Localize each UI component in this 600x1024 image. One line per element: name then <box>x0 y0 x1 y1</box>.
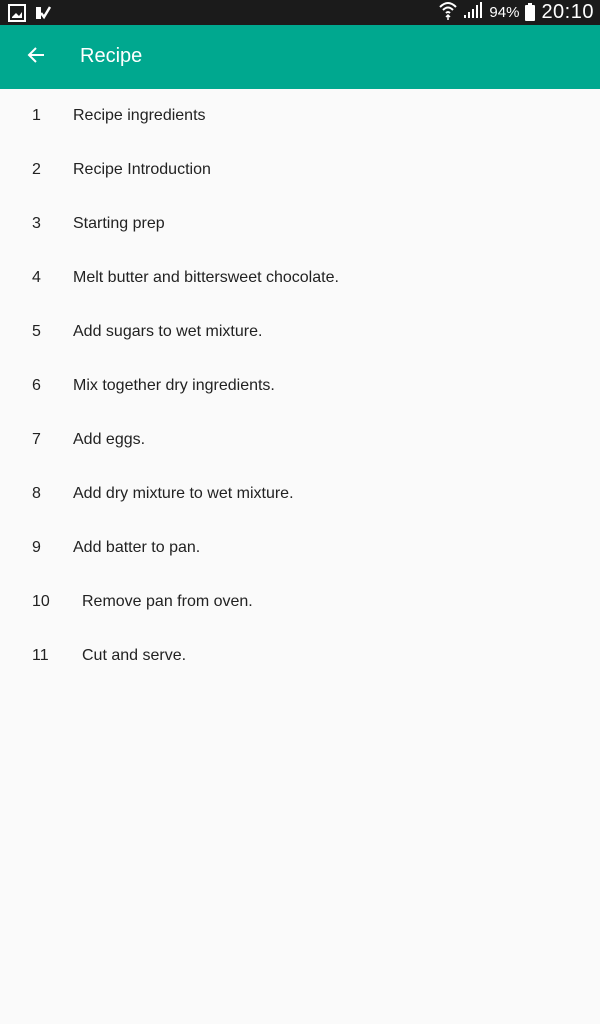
step-number: 5 <box>32 323 41 340</box>
step-number: 1 <box>32 107 41 124</box>
list-item[interactable]: 4 Melt butter and bittersweet chocolate. <box>0 251 600 305</box>
list-item[interactable]: 1 Recipe ingredients <box>0 89 600 143</box>
list-item[interactable]: 11 Cut and serve. <box>0 629 600 683</box>
step-label: Add dry mixture to wet mixture. <box>73 485 294 502</box>
step-number: 10 <box>32 593 50 610</box>
clock: 20:10 <box>541 1 594 23</box>
battery-percentage: 94% <box>489 4 520 21</box>
check-notification-icon <box>34 4 52 27</box>
step-number: 4 <box>32 269 41 286</box>
step-label: Melt butter and bittersweet chocolate. <box>73 269 339 286</box>
step-number: 8 <box>32 485 41 502</box>
step-number: 11 <box>32 647 49 664</box>
signal-icon <box>463 1 483 24</box>
recipe-step-list: 1 Recipe ingredients 2 Recipe Introducti… <box>0 89 600 683</box>
status-bar: 94% 20:10 <box>0 0 600 25</box>
battery-icon <box>525 2 536 21</box>
list-item[interactable]: 8 Add dry mixture to wet mixture. <box>0 467 600 521</box>
step-label: Add sugars to wet mixture. <box>73 323 263 340</box>
step-label: Add batter to pan. <box>73 539 201 556</box>
app-bar: Recipe <box>0 25 600 89</box>
list-item[interactable]: 9 Add batter to pan. <box>0 521 600 575</box>
step-number: 6 <box>32 377 41 394</box>
step-label: Recipe ingredients <box>73 107 206 124</box>
list-item[interactable]: 2 Recipe Introduction <box>0 143 600 197</box>
step-number: 3 <box>32 215 41 232</box>
arrow-back-icon <box>26 45 46 70</box>
list-item[interactable]: 6 Mix together dry ingredients. <box>0 359 600 413</box>
step-label: Recipe Introduction <box>73 161 211 178</box>
step-label: Mix together dry ingredients. <box>73 377 275 394</box>
step-label: Remove pan from oven. <box>82 593 253 610</box>
step-number: 9 <box>32 539 41 556</box>
list-item[interactable]: 3 Starting prep <box>0 197 600 251</box>
list-item[interactable]: 7 Add eggs. <box>0 413 600 467</box>
page-title: Recipe <box>80 45 143 67</box>
wifi-icon <box>439 0 458 25</box>
gallery-icon <box>8 4 26 27</box>
step-label: Add eggs. <box>73 431 146 448</box>
step-label: Starting prep <box>73 215 165 232</box>
step-label: Cut and serve. <box>82 647 187 664</box>
step-number: 7 <box>32 431 41 448</box>
step-number: 2 <box>32 161 41 178</box>
back-button[interactable] <box>20 41 52 73</box>
list-item[interactable]: 5 Add sugars to wet mixture. <box>0 305 600 359</box>
list-item[interactable]: 10 Remove pan from oven. <box>0 575 600 629</box>
